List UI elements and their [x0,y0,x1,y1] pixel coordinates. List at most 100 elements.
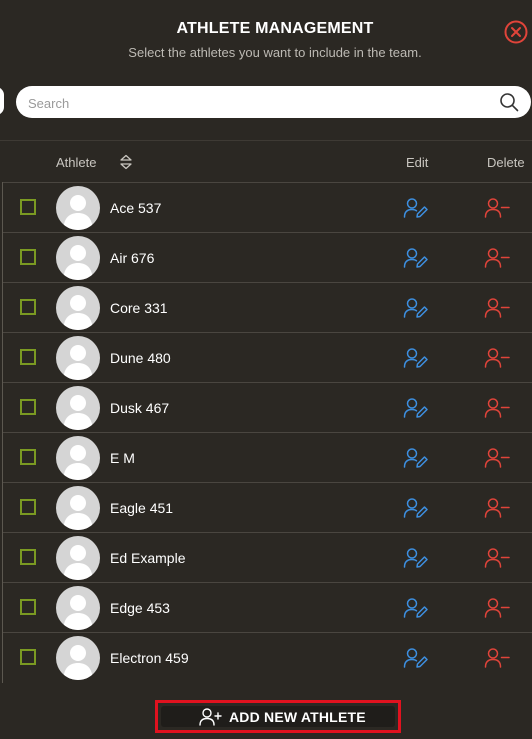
user-edit-icon [403,198,428,218]
edit-athlete-button[interactable] [403,247,429,269]
avatar [56,236,100,280]
user-avatar-icon [63,545,93,580]
athlete-name: Eagle 451 [110,500,174,516]
user-avatar-icon [63,195,93,230]
delete-athlete-button[interactable] [483,647,511,669]
edit-athlete-button[interactable] [403,347,429,369]
add-new-athlete-button[interactable]: ADD NEW ATHLETE [155,700,401,733]
user-edit-icon [403,498,428,518]
edit-athlete-button[interactable] [403,647,429,669]
user-remove-icon [484,548,510,568]
user-plus-icon [199,708,222,726]
delete-athlete-button[interactable] [483,597,511,619]
table-row: Core 331 [3,282,532,333]
user-edit-icon [403,398,428,418]
user-edit-icon [403,298,428,318]
edit-athlete-button[interactable] [403,447,429,469]
user-avatar-icon [63,345,93,380]
avatar [56,536,100,580]
select-checkbox[interactable] [20,599,36,615]
sort-updown-icon[interactable] [119,154,133,170]
table-row: E M [3,432,532,483]
user-remove-icon [484,298,510,318]
delete-athlete-button[interactable] [483,397,511,419]
avatar [56,486,100,530]
select-checkbox[interactable] [20,649,36,665]
table-row: Eagle 451 [3,482,532,533]
avatar [56,286,100,330]
close-circle-icon [504,20,528,44]
table-row: Ace 537 [3,182,532,233]
user-remove-icon [484,598,510,618]
delete-athlete-button[interactable] [483,447,511,469]
user-avatar-icon [63,245,93,280]
page-subtitle: Select the athletes you want to include … [128,45,422,60]
athlete-name: Ace 537 [110,200,162,216]
column-header-athlete: Athlete [56,155,97,170]
page-title: ATHLETE MANAGEMENT [176,20,374,37]
user-avatar-icon [63,595,93,630]
delete-athlete-button[interactable] [483,497,511,519]
select-checkbox[interactable] [20,449,36,465]
column-header-delete: Delete [487,155,525,170]
search-input[interactable] [26,86,490,120]
athlete-name: Electron 459 [110,650,189,666]
athlete-name: Ed Example [110,550,186,566]
user-edit-icon [403,598,428,618]
delete-athlete-button[interactable] [483,197,511,219]
edit-athlete-button[interactable] [403,497,429,519]
search-icon[interactable] [499,92,519,112]
edit-athlete-button[interactable] [403,397,429,419]
edit-athlete-button[interactable] [403,197,429,219]
user-avatar-icon [63,645,93,680]
user-remove-icon [484,648,510,668]
avatar [56,636,100,680]
add-new-athlete-label: ADD NEW ATHLETE [229,709,366,725]
table-header: Athlete Edit Delete [0,140,532,183]
edit-athlete-button[interactable] [403,597,429,619]
select-checkbox[interactable] [20,399,36,415]
search-bar [16,86,531,120]
avatar [56,436,100,480]
user-edit-icon [403,348,428,368]
user-remove-icon [484,448,510,468]
user-remove-icon [484,398,510,418]
table-row: Electron 459 [3,632,532,683]
user-edit-icon [403,248,428,268]
delete-athlete-button[interactable] [483,347,511,369]
athlete-list: Ace 537 Air 676 Core 331 Dune 480 Dusk 4… [2,182,532,683]
select-checkbox[interactable] [20,549,36,565]
user-avatar-icon [63,395,93,430]
select-checkbox[interactable] [20,499,36,515]
table-row: Edge 453 [3,582,532,633]
delete-athlete-button[interactable] [483,547,511,569]
user-edit-icon [403,548,428,568]
athlete-name: Edge 453 [110,600,170,616]
select-checkbox[interactable] [20,249,36,265]
user-avatar-icon [63,295,93,330]
add-new-athlete-button-inner[interactable]: ADD NEW ATHLETE [161,706,395,727]
edit-athlete-button[interactable] [403,547,429,569]
select-checkbox[interactable] [20,349,36,365]
athlete-name: Dune 480 [110,350,171,366]
edit-athlete-button[interactable] [403,297,429,319]
user-remove-icon [484,248,510,268]
athlete-table: Athlete Edit Delete Ace 537 Air 676 Core… [0,140,532,683]
athlete-name: Dusk 467 [110,400,170,416]
user-avatar-icon [63,445,93,480]
close-button[interactable] [503,19,529,45]
avatar [56,386,100,430]
athlete-name: E M [110,450,135,466]
user-remove-icon [484,348,510,368]
athlete-name: Air 676 [110,250,155,266]
select-checkbox[interactable] [20,299,36,315]
table-row: Air 676 [3,232,532,283]
column-header-edit: Edit [406,155,429,170]
table-row: Dusk 467 [3,382,532,433]
user-remove-icon [484,198,510,218]
select-checkbox[interactable] [20,199,36,215]
user-edit-icon [403,448,428,468]
athlete-name: Core 331 [110,300,168,316]
delete-athlete-button[interactable] [483,297,511,319]
delete-athlete-button[interactable] [483,247,511,269]
